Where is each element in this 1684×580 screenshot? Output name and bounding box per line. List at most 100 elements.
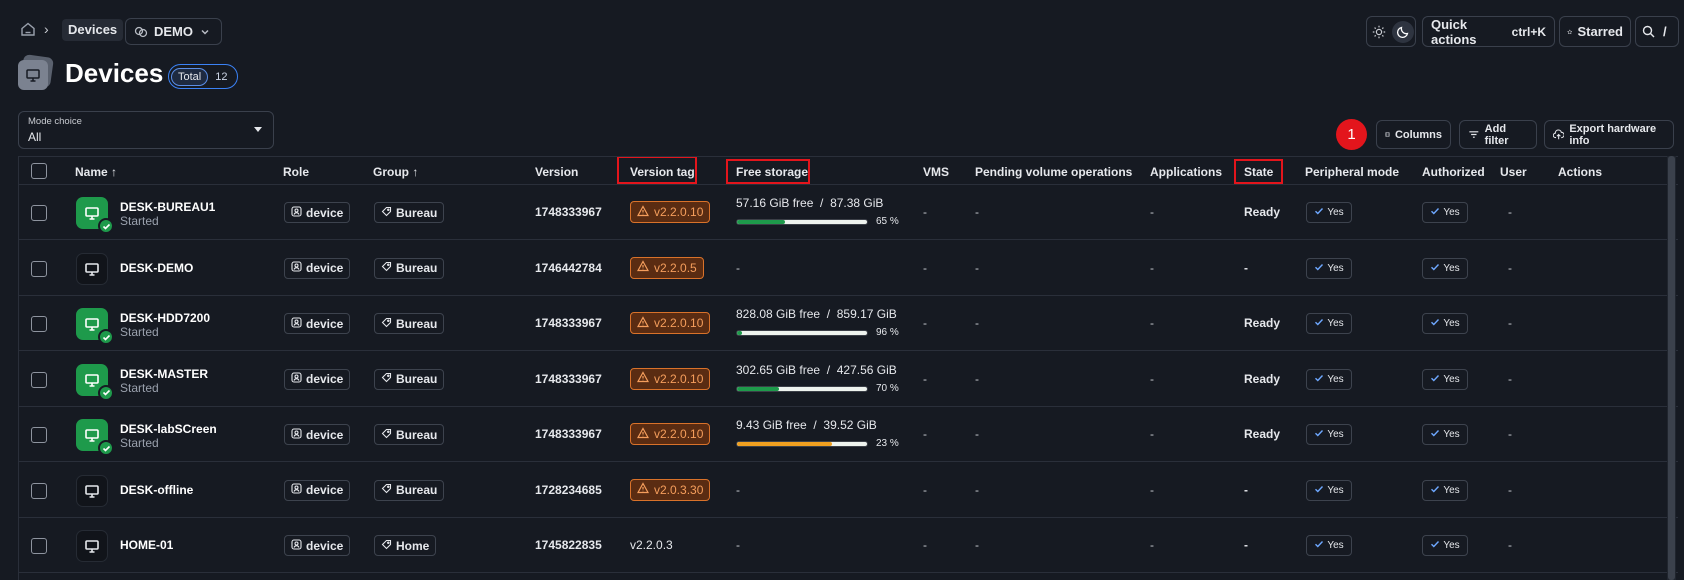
row-checkbox[interactable] [31, 316, 47, 332]
table-row[interactable]: DESK-HDD7200 Started device Bureau 174833396… [19, 296, 1678, 351]
pending-operations-value: - [975, 316, 979, 330]
row-checkbox[interactable] [31, 205, 47, 221]
group-chip[interactable]: Bureau [374, 202, 445, 223]
authorized-badge[interactable]: Yes [1422, 257, 1468, 279]
group-chip[interactable]: Bureau [374, 257, 445, 279]
device-name[interactable]: DESK-labSCreen [120, 422, 217, 436]
select-all-checkbox[interactable] [31, 163, 47, 179]
peripheral-mode-badge[interactable]: Yes [1306, 424, 1352, 445]
warning-icon [636, 371, 650, 386]
column-header-peripheral-mode[interactable]: Peripheral mode [1305, 165, 1399, 179]
table-row[interactable]: DESK-labSCreen Started device Bureau 1748333… [19, 407, 1678, 462]
org-select[interactable]: DEMO [125, 18, 222, 45]
role-label: device [306, 316, 344, 331]
column-header-name[interactable]: Name ↑ [75, 165, 117, 179]
storage-progress-fill [737, 331, 743, 335]
row-checkbox[interactable] [31, 538, 47, 554]
authorized-badge[interactable]: Yes [1422, 479, 1468, 501]
storage-total: 427.56 GiB [836, 362, 897, 377]
peripheral-mode-label: Yes [1327, 207, 1344, 218]
storage-free: 9.43 GiB free [736, 418, 807, 432]
sun-icon[interactable] [1368, 21, 1390, 43]
pending-operations-value: - [975, 427, 979, 441]
free-storage-cell: 302.65 GiB free / 427.56 GiB 70 % [736, 362, 906, 394]
check-icon [1314, 262, 1324, 275]
column-header-group[interactable]: Group ↑ [373, 165, 418, 179]
home-icon[interactable] [20, 21, 38, 39]
role-label: device [306, 483, 344, 497]
breadcrumb-current[interactable]: Devices [62, 19, 124, 41]
storage-progress-bar [736, 330, 868, 336]
add-filter-button[interactable]: Add filter [1459, 120, 1537, 149]
group-chip[interactable]: Bureau [374, 313, 445, 334]
group-chip[interactable]: Home [374, 535, 437, 556]
device-name[interactable]: DESK-MASTER [120, 367, 208, 381]
row-checkbox[interactable] [31, 427, 47, 443]
peripheral-mode-badge[interactable]: Yes [1306, 479, 1352, 501]
authorized-badge[interactable]: Yes [1422, 202, 1468, 223]
column-header-applications[interactable]: Applications [1150, 165, 1222, 179]
theme-toggle [1366, 16, 1416, 47]
version-tag-badge: v2.2.0.10 [630, 423, 711, 445]
authorized-badge[interactable]: Yes [1422, 313, 1468, 334]
peripheral-mode-badge[interactable]: Yes [1306, 313, 1352, 334]
peripheral-mode-badge[interactable]: Yes [1306, 368, 1352, 390]
columns-button[interactable]: Columns [1376, 120, 1451, 149]
group-chip[interactable]: Bureau [374, 424, 445, 445]
warning-icon [636, 260, 650, 275]
warning-icon [636, 204, 650, 220]
authorized-badge[interactable]: Yes [1422, 368, 1468, 390]
check-icon [1430, 373, 1440, 386]
table-row[interactable]: DESK-BUREAU1 Started device Bureau 174833396… [19, 185, 1678, 240]
peripheral-mode-badge[interactable]: Yes [1306, 202, 1352, 223]
authorized-badge[interactable]: Yes [1422, 535, 1468, 556]
peripheral-mode-badge[interactable]: Yes [1306, 257, 1352, 279]
authorized-badge[interactable]: Yes [1422, 424, 1468, 445]
table-row[interactable]: DESK-DEMO device Bureau 1746442784 v2.2.0.5 -… [19, 241, 1678, 296]
vms-value: - [923, 205, 927, 219]
column-header-user[interactable]: User [1500, 165, 1527, 179]
row-checkbox[interactable] [31, 371, 47, 388]
column-header-pending-volume-operations[interactable]: Pending volume operations [975, 165, 1132, 179]
column-header-vms[interactable]: VMS [923, 165, 949, 179]
column-header-authorized[interactable]: Authorized [1422, 165, 1485, 179]
vertical-scrollbar[interactable] [1667, 156, 1676, 580]
export-hardware-button[interactable]: Export hardware info [1544, 120, 1674, 149]
column-header-version[interactable]: Version [535, 165, 578, 179]
row-checkbox[interactable] [31, 260, 47, 277]
user-value: - [1508, 427, 1512, 441]
table-row[interactable]: HOME-01 device Home 1745822835 v2.2.0.3 - - - - -… [19, 518, 1678, 573]
star-icon [1567, 28, 1573, 34]
total-badge: Total 12 [168, 64, 238, 89]
pending-operations-value: - [975, 482, 979, 497]
role-chip: device [284, 424, 351, 445]
top-bar: › Devices DEMO Quick actions ctrl+K Star… [0, 0, 1684, 56]
moon-icon[interactable] [1392, 20, 1414, 43]
check-icon [1430, 539, 1440, 552]
device-name[interactable]: DESK-BUREAU1 [120, 200, 215, 214]
table-row[interactable]: DESK-MASTER Started device Bureau 1748333967… [19, 352, 1678, 407]
user-value: - [1508, 538, 1512, 552]
peripheral-mode-badge[interactable]: Yes [1306, 535, 1352, 556]
scrollbar-thumb[interactable] [1668, 156, 1675, 580]
row-checkbox[interactable] [31, 482, 47, 499]
total-label: Total [171, 67, 209, 86]
device-name[interactable]: DESK-HDD7200 [120, 311, 210, 325]
storage-percent: 65 % [876, 216, 899, 227]
mode-choice-select[interactable]: Mode choice All [18, 111, 274, 149]
group-chip[interactable]: Bureau [374, 479, 445, 501]
column-header-role[interactable]: Role [283, 165, 309, 179]
device-status: Started [120, 380, 159, 395]
device-name[interactable]: DESK-offline [120, 483, 193, 497]
table-row[interactable]: DESK-offline device Bureau 1728234685 v2.0.3… [19, 463, 1678, 518]
starred-button[interactable]: Starred [1559, 16, 1631, 47]
search-button[interactable]: / [1635, 16, 1679, 47]
version-tag-badge: v2.2.0.5 [630, 256, 704, 279]
authorized-label: Yes [1443, 373, 1460, 385]
devices-page-icon [18, 54, 54, 90]
authorized-label: Yes [1443, 484, 1460, 496]
group-chip[interactable]: Bureau [374, 368, 445, 390]
device-name[interactable]: DESK-DEMO [120, 261, 193, 275]
quick-actions-button[interactable]: Quick actions ctrl+K [1422, 16, 1555, 47]
device-name[interactable]: HOME-01 [120, 538, 173, 552]
